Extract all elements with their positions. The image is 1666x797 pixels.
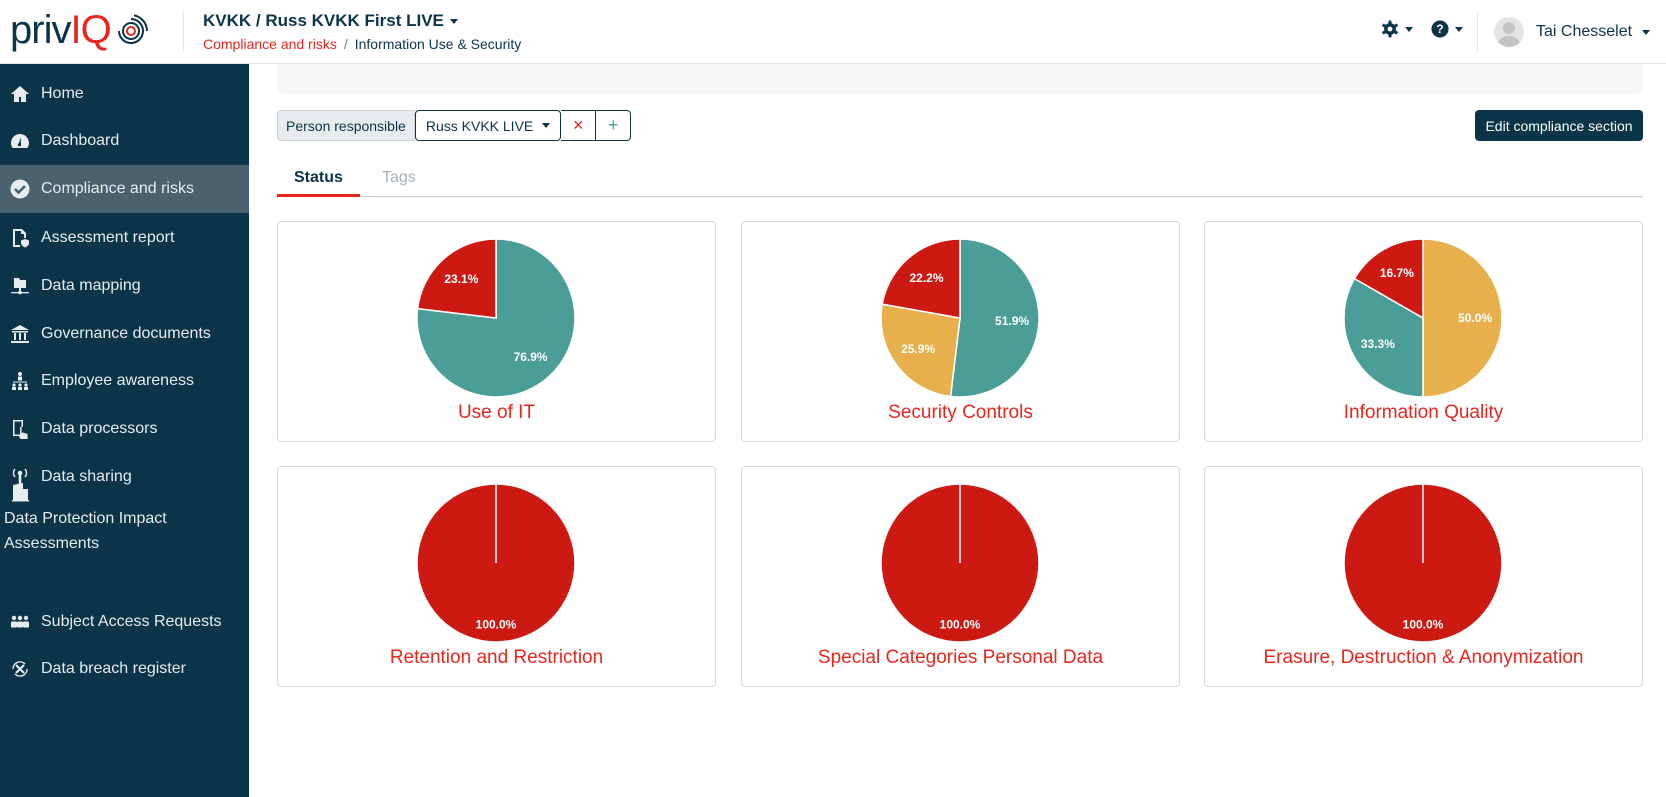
slice-label: 100.0% (476, 618, 517, 632)
sidebar-item-label: Data Protection Impact Assessments (4, 510, 167, 552)
user-name: Tai Chesselet (1536, 23, 1633, 40)
sidebar: Home Dashboard Compliance and risks Assessm… (0, 64, 249, 797)
help-menu[interactable]: ? (1431, 20, 1463, 38)
project-selector[interactable]: KVKK / Russ KVKK First LIVE (203, 11, 458, 31)
slice-label: 100.0% (1403, 618, 1444, 632)
sidebar-item-compliance-and-risks[interactable]: Compliance and risks (0, 165, 249, 213)
slice-label: 50.0% (1458, 311, 1492, 325)
slice-label: 23.1% (444, 272, 478, 286)
slice-label: 51.9% (995, 314, 1029, 328)
gear-icon (1382, 20, 1398, 38)
help-icon: ? (1431, 20, 1449, 38)
sidebar-item-label: Data mapping (41, 277, 141, 294)
dashboard-icon (9, 130, 31, 152)
sidebar-item-data-mapping[interactable]: Data mapping (0, 262, 249, 310)
sidebar-item-assessment-report[interactable]: Assessment report (0, 214, 249, 262)
fingerprint-icon (117, 13, 148, 44)
person-responsible-select[interactable]: Russ KVKK LIVE (414, 110, 562, 141)
building-icon (9, 481, 31, 503)
info-panel (277, 64, 1643, 94)
status-chart-card: 100.0% Special Categories Personal Data (741, 466, 1180, 687)
breadcrumb: Compliance and risks / Information Use & S… (203, 36, 521, 52)
sidebar-item-subject-access-requests[interactable]: Subject Access Requests (0, 598, 249, 646)
top-header: priv IQ KVKK / Russ KVKK First LIVE Compl… (0, 0, 1666, 64)
caret-down-icon (1405, 26, 1413, 32)
caret-down-icon (1455, 26, 1463, 32)
chart-title[interactable]: Information Quality (1205, 402, 1642, 424)
caret-down-icon (449, 19, 458, 25)
status-chart-card: 100.0% Erasure, Destruction & Anonymizati… (1204, 466, 1643, 687)
sidebar-item-data-processors[interactable]: Data processors (0, 405, 249, 453)
sidebar-item-label: Assessment report (41, 229, 175, 246)
sidebar-item-label: Compliance and risks (41, 180, 194, 197)
filter-label: Person responsible (277, 110, 415, 141)
users-icon (9, 611, 31, 633)
chart-title[interactable]: Erasure, Destruction & Anonymization (1205, 647, 1642, 669)
tab-bar: Status Tags (277, 163, 1643, 197)
user-menu[interactable]: Tai Chesselet (1494, 17, 1651, 47)
pie-chart: 50.0% 33.3% 16.7% (1343, 238, 1503, 398)
sidebar-item-label: Data breach register (41, 660, 186, 677)
selected-person: Russ KVKK LIVE (425, 117, 534, 134)
status-chart-card: 51.9% 25.9% 22.2% Security Controls (741, 221, 1180, 442)
logo[interactable]: priv IQ (10, 8, 148, 53)
pie-chart: 100.0% (880, 483, 1040, 643)
chart-title[interactable]: Special Categories Personal Data (742, 647, 1179, 669)
pie-chart: 76.9% 23.1% (416, 238, 576, 398)
svg-text:?: ? (1436, 23, 1443, 36)
breadcrumb-link[interactable]: Compliance and risks (203, 36, 337, 52)
report-icon (9, 227, 31, 249)
breach-icon (9, 658, 31, 680)
pie-chart: 100.0% (416, 483, 576, 643)
add-person-button[interactable]: + (596, 110, 632, 141)
status-chart-card: 76.9% 23.1% Use of IT (277, 221, 716, 442)
sidebar-item-data-breach-register[interactable]: Data breach register (0, 645, 249, 693)
tab-tags[interactable]: Tags (365, 163, 433, 197)
project-name: KVKK / Russ KVKK First LIVE (203, 11, 444, 30)
sidebar-item-dashboard[interactable]: Dashboard (0, 117, 249, 165)
slice-label: 76.9% (514, 350, 548, 364)
pie-chart: 100.0% (1343, 483, 1503, 643)
status-chart-card: 100.0% Retention and Restriction (277, 466, 716, 687)
slice-label: 33.3% (1361, 337, 1395, 351)
breadcrumb-current: Information Use & Security (354, 36, 522, 52)
home-icon (9, 83, 31, 105)
edit-compliance-section-button[interactable]: Edit compliance section (1475, 110, 1643, 141)
caret-down-icon (542, 123, 551, 128)
slice-label: 25.9% (901, 342, 935, 356)
bank-icon (9, 323, 31, 345)
tablet-hand-icon (9, 418, 31, 440)
person-responsible-filter: Person responsible Russ KVKK LIVE × + (277, 110, 632, 141)
avatar (1494, 17, 1524, 47)
network-folder-icon (9, 275, 31, 297)
slice-label: 16.7% (1380, 266, 1414, 280)
tab-status[interactable]: Status (277, 163, 360, 197)
divider (183, 10, 184, 52)
sidebar-item-label: Governance documents (41, 325, 211, 342)
breadcrumb-separator: / (343, 36, 348, 52)
sidebar-item-label: Dashboard (41, 132, 120, 149)
check-circle-icon (9, 178, 31, 200)
caret-down-icon (1642, 29, 1651, 35)
slice-label: 100.0% (940, 618, 981, 632)
sidebar-item-home[interactable]: Home (0, 70, 249, 118)
chart-title[interactable]: Security Controls (742, 402, 1179, 424)
sidebar-item-label: Data processors (41, 420, 158, 437)
sidebar-item-data-protection-impact-assessments[interactable]: Data Protection Impact Assessments (0, 474, 249, 560)
slice-label: 22.2% (909, 271, 943, 285)
pie-chart: 51.9% 25.9% 22.2% (880, 238, 1040, 398)
sidebar-item-employee-awareness[interactable]: Employee awareness (0, 357, 249, 405)
remove-person-button[interactable]: × (561, 110, 597, 141)
sidebar-item-governance-documents[interactable]: Governance documents (0, 310, 249, 358)
chart-title[interactable]: Use of IT (278, 402, 715, 424)
sidebar-item-label: Employee awareness (41, 372, 194, 389)
chart-title[interactable]: Retention and Restriction (278, 647, 715, 669)
status-chart-card: 50.0% 33.3% 16.7% Information Quality (1204, 221, 1643, 442)
settings-menu[interactable] (1381, 20, 1413, 38)
org-chart-icon (9, 370, 31, 392)
sidebar-item-label: Home (41, 85, 84, 102)
divider (1477, 10, 1478, 52)
sidebar-item-label: Subject Access Requests (41, 613, 222, 630)
